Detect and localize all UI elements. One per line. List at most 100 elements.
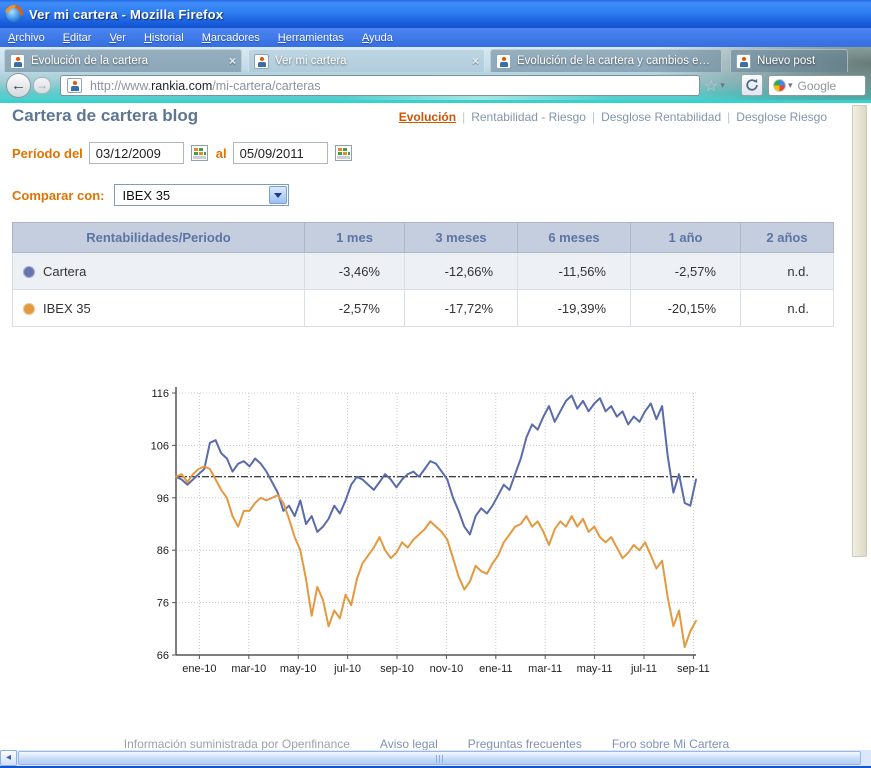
cartera-dot-icon [23, 265, 35, 278]
tab-close-icon[interactable]: × [472, 54, 479, 68]
svg-text:jul-10: jul-10 [333, 663, 361, 675]
tab-ver-mi-cartera[interactable]: Ver mi cartera × [248, 49, 485, 72]
rankia-favicon [736, 53, 751, 69]
value-cell: -2,57% [630, 252, 741, 290]
svg-text:96: 96 [157, 493, 169, 505]
evolution-chart: 66 76 86 96 106 116 ene-10 mar-10 may-10 jul-10 se… [140, 383, 718, 685]
svg-text:sep-11: sep-11 [677, 663, 710, 675]
menu-marcadores[interactable]: Marcadores [202, 32, 260, 44]
al-label: al [215, 145, 227, 161]
url-text: http://www.rankia.com/mi-cartera/cartera… [90, 79, 321, 93]
footer-link-foro[interactable]: Foro sobre Mi Cartera [612, 737, 729, 751]
url-path: /mi-cartera/carteras [212, 78, 321, 93]
period-row: Período del al [12, 141, 352, 165]
footer-link-aviso-legal[interactable]: Aviso legal [380, 737, 438, 751]
svg-text:nov-10: nov-10 [430, 663, 464, 675]
value-cell: -11,56% [517, 252, 631, 290]
svg-text:sep-10: sep-10 [380, 663, 414, 675]
value-cell: -12,66% [404, 252, 518, 290]
url-domain: rankia.com [151, 78, 213, 93]
col-header: 6 meses [517, 222, 631, 253]
vertical-scrollbar[interactable] [852, 105, 867, 557]
separator: | [727, 110, 731, 124]
value-cell: -19,39% [517, 289, 631, 327]
scroll-left-arrow-icon[interactable] [0, 750, 17, 766]
menu-editar[interactable]: Editar [63, 32, 92, 44]
tab-evolucion-cambios[interactable]: Evolución de la cartera y cambios en la … [490, 49, 722, 72]
svg-text:106: 106 [151, 440, 169, 452]
series-name-cell: IBEX 35 [12, 289, 305, 327]
url-bar[interactable]: http://www.rankia.com/mi-cartera/cartera… [60, 75, 700, 96]
col-header: 2 años [740, 222, 834, 253]
svg-text:ene-10: ene-10 [182, 663, 216, 675]
rankia-favicon [10, 53, 25, 69]
date-to-input[interactable] [232, 142, 328, 164]
nav-link-evolucion[interactable]: Evolución [399, 110, 456, 124]
col-header: Rentabilidades/Periodo [12, 222, 305, 253]
nav-link-desglose-rentabilidad[interactable]: Desglose Rentabilidad [601, 110, 721, 124]
window-title: Ver mi cartera - Mozilla Firefox [29, 6, 224, 22]
nav-link-desglose-riesgo[interactable]: Desglose Riesgo [736, 110, 827, 124]
footer-link-preguntas[interactable]: Preguntas frecuentes [468, 737, 582, 751]
menu-archivo[interactable]: Archivo [8, 32, 45, 44]
menubar: Archivo Editar Ver Historial Marcadores … [0, 28, 871, 47]
calendar-icon[interactable] [334, 145, 352, 161]
tab-label: Evolución de la cartera y cambios en la … [517, 55, 716, 67]
series-name: IBEX 35 [43, 300, 91, 316]
firefox-icon [6, 6, 22, 22]
value-cell: -2,57% [304, 289, 405, 327]
svg-text:66: 66 [157, 650, 169, 662]
table-row-cartera: Cartera -3,46% -12,66% -11,56% -2,57% n.… [12, 252, 834, 290]
svg-text:ene-11: ene-11 [479, 663, 512, 675]
rankia-favicon [254, 53, 269, 69]
page-footer: Información suministrada por Openfinance… [0, 737, 853, 751]
back-button[interactable] [6, 73, 31, 98]
nav-link-rentabilidad-riesgo[interactable]: Rentabilidad - Riesgo [471, 110, 586, 124]
menu-ver[interactable]: Ver [109, 32, 126, 44]
svg-text:mar-10: mar-10 [231, 663, 266, 675]
google-logo-icon [773, 79, 786, 92]
reload-button[interactable] [741, 74, 763, 96]
date-from-input[interactable] [88, 142, 184, 164]
bookmark-star-button[interactable] [704, 76, 738, 95]
returns-table: Rentabilidades/Periodo 1 mes 3 meses 6 m… [12, 222, 834, 327]
compare-label: Comparar con: [12, 187, 105, 203]
table-header-row: Rentabilidades/Periodo 1 mes 3 meses 6 m… [12, 222, 834, 253]
tab-evolucion-cartera[interactable]: Evolución de la cartera × [4, 49, 242, 72]
page-nav: Evolución | Rentabilidad - Riesgo | Desglose… [399, 110, 827, 124]
rankia-favicon [496, 53, 511, 69]
footer-info: Información suministrada por Openfinance [123, 737, 350, 751]
compare-row: Comparar con: IBEX 35 [12, 183, 290, 207]
evolution-chart-svg: 66 76 86 96 106 116 ene-10 mar-10 may-10 jul-10 se… [151, 387, 710, 675]
tab-label: Ver mi cartera [275, 55, 347, 67]
menu-ayuda[interactable]: Ayuda [362, 32, 393, 44]
calendar-icon[interactable] [190, 145, 208, 161]
horizontal-scrollbar-thumb[interactable] [18, 751, 861, 765]
tab-nuevo-post[interactable]: Nuevo post [730, 49, 848, 72]
dropdown-arrow-icon[interactable] [269, 186, 288, 204]
compare-select[interactable]: IBEX 35 [114, 184, 290, 206]
chevron-down-icon [720, 80, 725, 91]
col-header: 1 año [630, 222, 741, 253]
table-row-ibex35: IBEX 35 -2,57% -17,72% -19,39% -20,15% n… [12, 289, 834, 327]
separator: | [462, 110, 466, 124]
tab-bar: Evolución de la cartera × Ver mi cartera… [0, 49, 871, 72]
star-icon [704, 76, 718, 96]
menu-historial[interactable]: Historial [144, 32, 184, 44]
value-cell: -3,46% [304, 252, 405, 290]
page-content: Cartera de cartera blog Evolución | Rentab… [0, 103, 853, 751]
forward-button[interactable] [33, 77, 51, 94]
search-box[interactable]: Google [768, 75, 866, 96]
col-header: 1 mes [304, 222, 405, 253]
navigation-toolbar: http://www.rankia.com/mi-cartera/cartera… [0, 72, 871, 100]
svg-text:116: 116 [151, 388, 169, 400]
compare-select-value: IBEX 35 [122, 187, 171, 203]
menu-herramientas[interactable]: Herramientas [278, 32, 344, 44]
col-header: 3 meses [404, 222, 518, 253]
value-cell: n.d. [740, 289, 834, 327]
svg-text:may-10: may-10 [280, 663, 317, 675]
tab-label: Nuevo post [757, 55, 816, 67]
horizontal-scrollbar[interactable] [0, 750, 871, 766]
page-header: Cartera de cartera blog Evolución | Rentab… [12, 106, 827, 126]
tab-close-icon[interactable]: × [229, 54, 236, 68]
